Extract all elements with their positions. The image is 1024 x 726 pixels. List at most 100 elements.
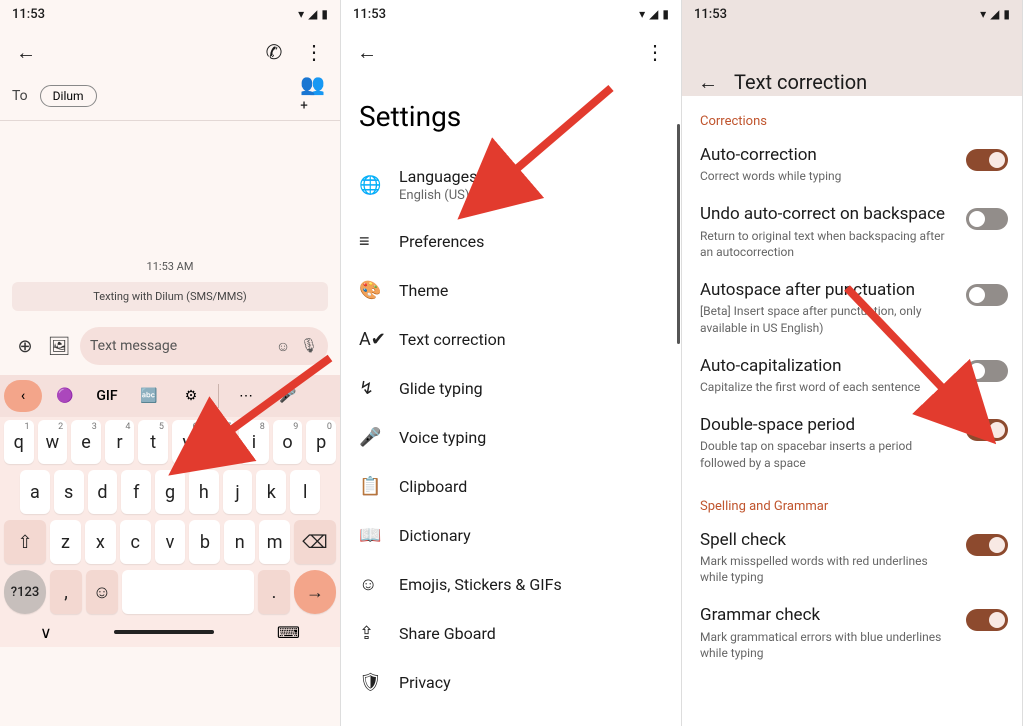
key-o[interactable]: o9 [273, 420, 303, 464]
status-icons: ▾ ◢ ▮ [639, 7, 669, 21]
key-comma[interactable]: , [50, 570, 82, 614]
toggle-switch[interactable] [966, 534, 1008, 556]
key-s[interactable]: s [54, 470, 84, 514]
status-icons: ▾ ◢ ▮ [298, 7, 328, 21]
key-g[interactable]: g [155, 470, 185, 514]
back-icon[interactable]: ← [12, 38, 40, 66]
gallery-icon[interactable]: 🖼 [46, 333, 72, 359]
settings-item-label: Preferences [399, 232, 484, 251]
settings-item-text-correction[interactable]: A✔ Text correction [341, 315, 681, 364]
key-j[interactable]: j [223, 470, 253, 514]
toggle-switch[interactable] [966, 609, 1008, 631]
settings-item-preferences[interactable]: ≡ Preferences [341, 217, 681, 266]
key-enter[interactable]: → [294, 570, 336, 614]
tc-item-double-space-period[interactable]: Double-space period Double tap on spaceb… [682, 405, 1022, 481]
nav-collapse-icon[interactable]: ∨ [40, 623, 52, 642]
back-icon[interactable]: ← [694, 68, 722, 96]
settings-item-privacy[interactable]: 🛡 Privacy [341, 658, 681, 707]
tc-item-title: Double-space period [700, 415, 958, 436]
key-period[interactable]: . [258, 570, 290, 614]
mic-icon[interactable]: 🎙 [300, 338, 318, 355]
key-num-mode[interactable]: ?123 [4, 570, 46, 614]
settings-item-theme[interactable]: 🎨 Theme [341, 266, 681, 315]
keyboard-toolbar: ‹ 🟣 GIF 🔤 ⚙ ⋯ 🎤 [0, 375, 340, 417]
signal-icon: ◢ [990, 7, 999, 21]
settings-item-icon: ⇪ [359, 623, 381, 644]
key-i[interactable]: i8 [239, 420, 269, 464]
key-v[interactable]: v [155, 520, 186, 564]
key-h[interactable]: h [189, 470, 219, 514]
kb-more-icon[interactable]: ⋯ [227, 380, 265, 412]
key-d[interactable]: d [88, 470, 118, 514]
settings-item-share-gboard[interactable]: ⇪ Share Gboard [341, 609, 681, 658]
conversation-info: Texting with Dilum (SMS/MMS) [12, 282, 328, 311]
key-a[interactable]: a [20, 470, 50, 514]
message-timestamp: 11:53 AM [0, 260, 340, 273]
kb-chevron-left-icon[interactable]: ‹ [4, 380, 42, 412]
key-l[interactable]: l [290, 470, 320, 514]
key-e[interactable]: e3 [71, 420, 101, 464]
kb-settings-icon[interactable]: ⚙ [172, 380, 210, 412]
recipient-chip[interactable]: Dilum [40, 85, 97, 107]
key-space[interactable] [122, 570, 254, 614]
key-f[interactable]: f [121, 470, 151, 514]
kb-gif-button[interactable]: GIF [88, 380, 126, 412]
toggle-switch[interactable] [966, 208, 1008, 230]
key-r[interactable]: r4 [105, 420, 135, 464]
settings-item-clipboard[interactable]: 📋 Clipboard [341, 462, 681, 511]
settings-title: Settings [341, 76, 681, 153]
kb-sticker-icon[interactable]: 🟣 [46, 380, 84, 412]
input-placeholder: Text message [90, 338, 177, 354]
add-icon[interactable]: ⊕ [12, 333, 38, 359]
status-time: 11:53 [12, 7, 45, 22]
call-icon[interactable]: ✆ [260, 38, 288, 66]
kb-translate-icon[interactable]: 🔤 [130, 380, 168, 412]
tc-item-spell-check[interactable]: Spell check Mark misspelled words with r… [682, 520, 1022, 596]
key-n[interactable]: n [224, 520, 255, 564]
back-icon[interactable]: ← [353, 38, 381, 66]
key-y[interactable]: y6 [172, 420, 202, 464]
kb-mic-icon[interactable]: 🎤 [269, 380, 307, 412]
settings-item-voice-typing[interactable]: 🎤 Voice typing [341, 413, 681, 462]
settings-item-label: Theme [399, 281, 448, 300]
key-k[interactable]: k [256, 470, 286, 514]
key-m[interactable]: m [259, 520, 290, 564]
tc-item-auto-correction[interactable]: Auto-correction Correct words while typi… [682, 135, 1022, 194]
tc-item-title: Auto-capitalization [700, 356, 958, 377]
key-backspace[interactable]: ⌫ [294, 520, 336, 564]
emoji-icon[interactable]: ☺ [276, 338, 290, 355]
key-shift[interactable]: ⇧ [4, 520, 46, 564]
toggle-switch[interactable] [966, 419, 1008, 441]
key-c[interactable]: c [120, 520, 151, 564]
settings-item-glide-typing[interactable]: ↯ Glide typing [341, 364, 681, 413]
key-w[interactable]: w2 [38, 420, 68, 464]
more-icon[interactable]: ⋮ [641, 38, 669, 66]
key-x[interactable]: x [85, 520, 116, 564]
settings-item-icon: 🌐 [359, 175, 381, 196]
key-z[interactable]: z [50, 520, 81, 564]
key-b[interactable]: b [189, 520, 220, 564]
message-input[interactable]: Text message ☺ 🎙 [80, 327, 328, 365]
toggle-switch[interactable] [966, 149, 1008, 171]
settings-item-dictionary[interactable]: 📖 Dictionary [341, 511, 681, 560]
settings-item-emojis-stickers-gifs[interactable]: ☺ Emojis, Stickers & GIFs [341, 560, 681, 609]
key-t[interactable]: t5 [138, 420, 168, 464]
tc-item-desc: Mark grammatical errors with blue underl… [700, 629, 958, 661]
status-bar: 11:53 ▾ ◢ ▮ [341, 0, 681, 28]
settings-item-languages[interactable]: 🌐 Languages English (US) (QWERTY) [341, 153, 681, 217]
key-emoji[interactable]: ☺ [86, 570, 118, 614]
add-person-icon[interactable]: 👥⁺ [300, 82, 328, 110]
tc-item-autospace-after-punctuation[interactable]: Autospace after punctuation [Beta] Inser… [682, 270, 1022, 346]
key-p[interactable]: p0 [306, 420, 336, 464]
key-q[interactable]: q1 [4, 420, 34, 464]
nav-keyboard-icon[interactable]: ⌨ [277, 623, 300, 642]
settings-item-icon: A✔ [359, 329, 381, 350]
nav-handle[interactable] [114, 630, 214, 634]
toggle-switch[interactable] [966, 284, 1008, 306]
tc-item-grammar-check[interactable]: Grammar check Mark grammatical errors wi… [682, 595, 1022, 671]
tc-item-undo-auto-correct-on-backspace[interactable]: Undo auto-correct on backspace Return to… [682, 194, 1022, 270]
toggle-switch[interactable] [966, 360, 1008, 382]
tc-item-auto-capitalization[interactable]: Auto-capitalization Capitalize the first… [682, 346, 1022, 405]
key-u[interactable]: u7 [206, 420, 236, 464]
more-icon[interactable]: ⋮ [300, 38, 328, 66]
